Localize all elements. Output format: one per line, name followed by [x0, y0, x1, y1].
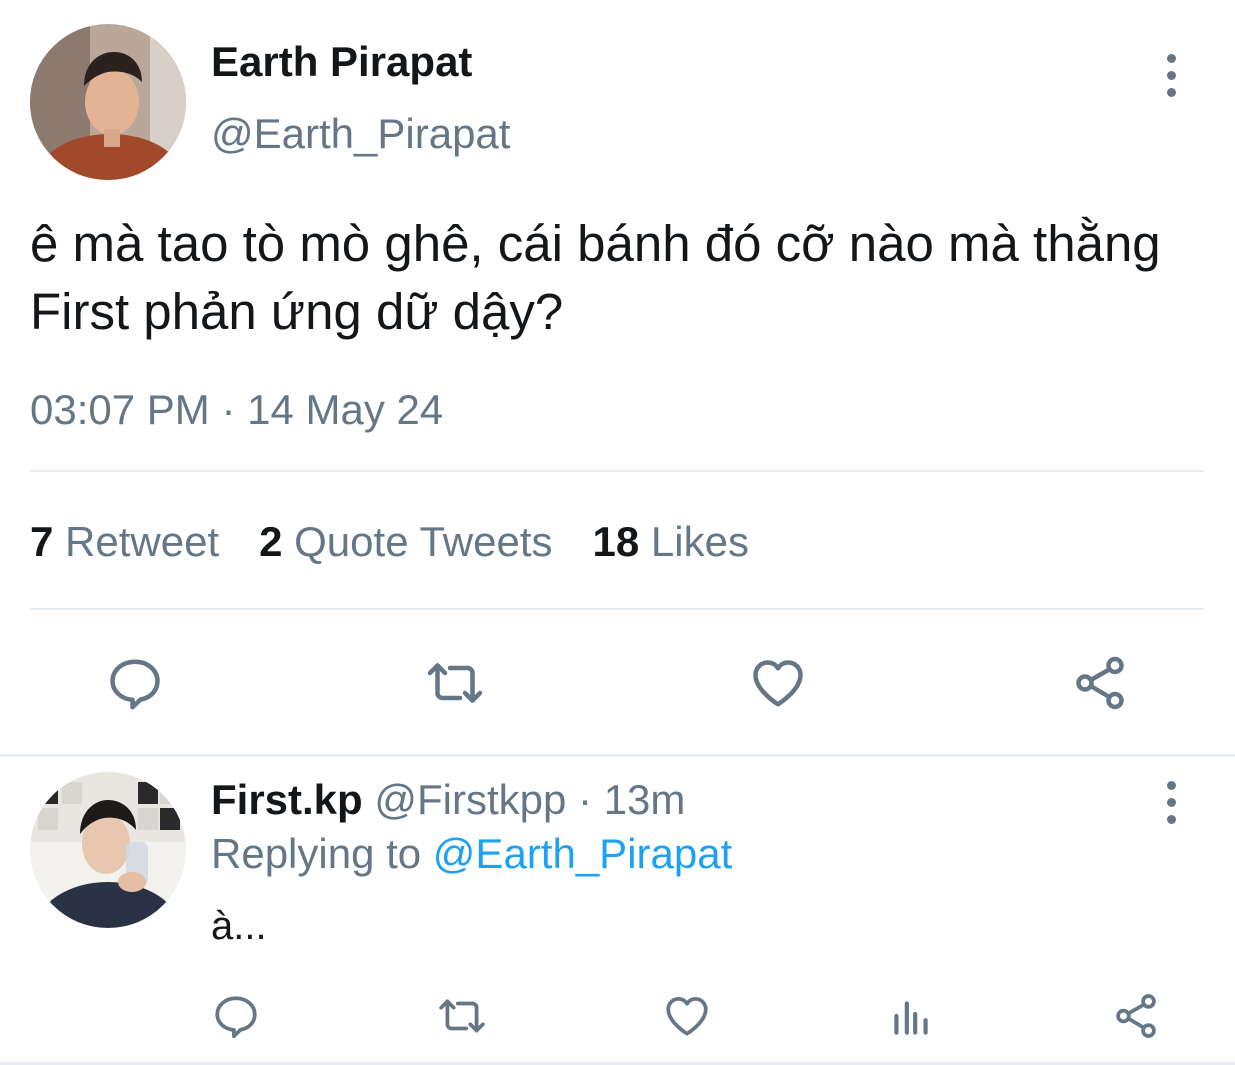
- retweet-icon[interactable]: [424, 652, 486, 714]
- quote-label: Quote Tweets: [294, 518, 553, 565]
- retweet-count: 7: [30, 518, 54, 565]
- retweet-icon[interactable]: [436, 990, 488, 1042]
- quote-count: 2: [259, 518, 283, 565]
- reply-icon[interactable]: [104, 652, 166, 714]
- tweet-stats: 7 Retweet 2 Quote Tweets 18 Likes: [30, 518, 749, 566]
- reply-text: à...: [211, 904, 267, 948]
- more-options-icon[interactable]: [1151, 45, 1191, 105]
- quote-stat[interactable]: 2 Quote Tweets: [259, 518, 552, 566]
- likes-stat[interactable]: 18 Likes: [593, 518, 749, 566]
- share-icon[interactable]: [1069, 652, 1131, 714]
- reply-display-name[interactable]: First.kp: [211, 776, 363, 823]
- tweet-text: ê mà tao tò mò ghê, cái bánh đó cỡ nào m…: [30, 215, 1161, 340]
- replying-to: Replying to @Earth_Pirapat: [211, 830, 732, 878]
- reply-handle-time[interactable]: @Firstkpp · 13m: [374, 776, 685, 823]
- analytics-icon[interactable]: [885, 990, 937, 1042]
- reply-icon[interactable]: [210, 990, 262, 1042]
- main-tweet: Earth Pirapat @Earth_Pirapat ê mà tao tò…: [0, 0, 1235, 755]
- avatar[interactable]: [30, 24, 186, 180]
- retweet-stat[interactable]: 7 Retweet: [30, 518, 219, 566]
- divider: [30, 608, 1204, 610]
- likes-label: Likes: [650, 518, 749, 565]
- reply-header: First.kp @Firstkpp · 13m: [211, 776, 685, 824]
- replying-prefix: Replying to: [211, 830, 422, 877]
- retweet-label: Retweet: [65, 518, 220, 565]
- replying-mention[interactable]: @Earth_Pirapat: [433, 830, 732, 877]
- likes-count: 18: [592, 518, 640, 565]
- user-handle[interactable]: @Earth_Pirapat: [211, 110, 510, 158]
- divider: [0, 754, 1235, 757]
- like-icon[interactable]: [747, 652, 809, 714]
- share-icon[interactable]: [1110, 990, 1162, 1042]
- divider: [30, 470, 1204, 472]
- more-options-icon[interactable]: [1151, 772, 1191, 832]
- display-name[interactable]: Earth Pirapat: [211, 38, 472, 86]
- reply-avatar[interactable]: [30, 772, 186, 928]
- tweet-timestamp[interactable]: 03:07 PM · 14 May 24: [30, 386, 443, 434]
- like-icon[interactable]: [661, 990, 713, 1042]
